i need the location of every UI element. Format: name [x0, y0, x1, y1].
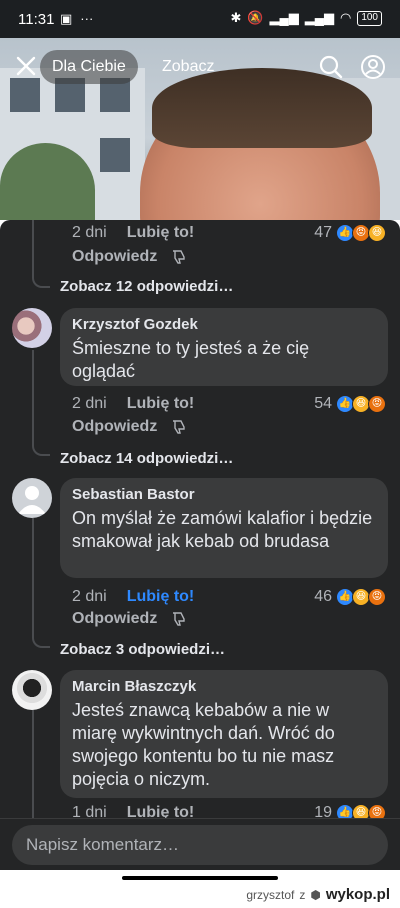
- avatar[interactable]: [12, 478, 52, 518]
- dislike-icon[interactable]: [171, 249, 187, 265]
- comment-meta: 2 dni Lubię to!: [72, 224, 194, 242]
- signal-icon: ▂▄▆: [269, 10, 299, 25]
- comment-input-bar: Napisz komentarz…: [0, 818, 400, 870]
- dislike-icon[interactable]: [171, 611, 187, 627]
- wykop-logo-icon: ⬢: [310, 887, 321, 902]
- angry-reaction-icon: 😡: [368, 588, 386, 606]
- comment-meta: 2 dni Lubię to!: [72, 588, 194, 606]
- comment-time: 2 dni: [72, 395, 107, 412]
- reaction-count[interactable]: 46 👍 😆 😡: [314, 588, 386, 606]
- tab-zobacz[interactable]: Zobacz: [162, 58, 214, 76]
- battery-icon: 100: [357, 10, 382, 26]
- dislike-icon[interactable]: [171, 419, 187, 435]
- mute-icon: 🔕: [247, 10, 264, 25]
- comment-text: On myślał że zamówi kalafior i będzie sm…: [72, 508, 373, 551]
- video-toolbar: Dla Ciebie Zobacz: [0, 48, 400, 88]
- reply-button[interactable]: Odpowiedz: [72, 418, 157, 436]
- comment-author[interactable]: Krzysztof Gozdek: [72, 316, 376, 333]
- twitch-icon: ▣: [60, 11, 73, 26]
- credit-sep: z: [299, 887, 306, 902]
- credit-user: grzysztof: [246, 887, 295, 902]
- status-bar: 11:31 ▣ ··· ✱ 🔕 ▂▄▆ ▂▄▆ ◠ 100: [0, 0, 400, 38]
- like-button[interactable]: Lubię to!: [127, 588, 195, 606]
- tab-dla-ciebie[interactable]: Dla Ciebie: [40, 50, 138, 84]
- haha-reaction-icon: 😆: [368, 224, 386, 242]
- status-time: 11:31: [18, 11, 55, 28]
- watermark: grzysztof z ⬢ wykop.pl: [246, 886, 390, 903]
- angry-reaction-icon: 😡: [368, 395, 386, 413]
- home-indicator[interactable]: [122, 876, 278, 880]
- signal2-icon: ▂▄▆: [304, 10, 334, 25]
- gesture-bar: grzysztof z ⬢ wykop.pl: [0, 870, 400, 908]
- view-replies-link[interactable]: Zobacz 3 odpowiedzi…: [60, 641, 225, 658]
- profile-icon[interactable]: [360, 54, 386, 80]
- comment-bubble: Marcin Błaszczyk Jesteś znawcą kebabów a…: [60, 670, 388, 798]
- comment-text: Śmieszne to ty jesteś a że cię oglądać: [72, 338, 310, 381]
- like-button[interactable]: Lubię to!: [127, 224, 195, 242]
- close-icon[interactable]: [12, 52, 40, 80]
- bluetooth-icon: ✱: [230, 10, 242, 25]
- comment-input[interactable]: Napisz komentarz…: [12, 825, 388, 865]
- comment-time: 2 dni: [72, 224, 107, 241]
- comment-time: 2 dni: [72, 588, 107, 605]
- avatar[interactable]: [12, 308, 52, 348]
- reaction-count[interactable]: 54 👍 😆 😡: [314, 395, 386, 413]
- credit-site: wykop.pl: [325, 886, 390, 903]
- comment-meta: 2 dni Lubię to!: [72, 395, 194, 413]
- comment-text: Jesteś znawcą kebabów a nie w miarę wykw…: [72, 700, 335, 789]
- comment-bubble: Sebastian Bastor On myślał że zamówi kal…: [60, 478, 388, 578]
- more-dots-icon: ···: [80, 11, 94, 26]
- comment-author[interactable]: Sebastian Bastor: [72, 486, 376, 503]
- comment-bubble: Krzysztof Gozdek Śmieszne to ty jesteś a…: [60, 308, 388, 386]
- avatar[interactable]: [12, 670, 52, 710]
- reply-button[interactable]: Odpowiedz: [72, 610, 157, 628]
- reaction-count[interactable]: 47 👍 😡 😆: [314, 224, 386, 242]
- wifi-icon: ◠: [339, 10, 352, 25]
- default-avatar-icon: [18, 486, 46, 514]
- reply-button[interactable]: Odpowiedz: [72, 248, 157, 266]
- comments-sheet: 2 dni Lubię to! 47 👍 😡 😆 Odpowiedz Zobac…: [0, 220, 400, 870]
- like-button[interactable]: Lubię to!: [127, 395, 195, 413]
- comment-author[interactable]: Marcin Błaszczyk: [72, 678, 376, 695]
- view-replies-link[interactable]: Zobacz 14 odpowiedzi…: [60, 450, 233, 467]
- search-icon[interactable]: [318, 54, 344, 80]
- view-replies-link[interactable]: Zobacz 12 odpowiedzi…: [60, 278, 233, 295]
